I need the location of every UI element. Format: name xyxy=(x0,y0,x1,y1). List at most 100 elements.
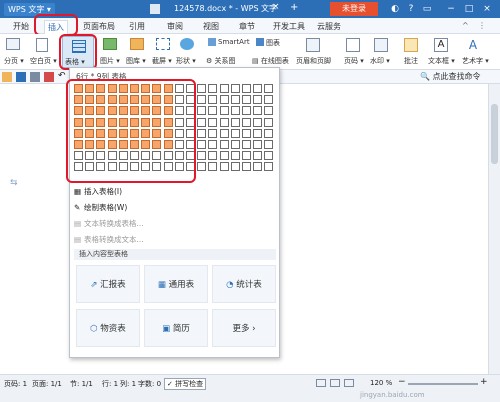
grid-cell[interactable] xyxy=(253,162,263,172)
shape-button[interactable]: 形状 ▾ xyxy=(176,56,196,66)
undo-icon[interactable]: ↶ xyxy=(58,71,66,81)
grid-cell[interactable] xyxy=(219,140,229,149)
grid-cell[interactable] xyxy=(197,117,207,127)
pdf-icon[interactable] xyxy=(44,72,54,82)
tab-references[interactable]: 引用 xyxy=(126,20,148,34)
grid-cell[interactable] xyxy=(253,84,263,93)
template-resume[interactable]: ▣ 简历 xyxy=(144,309,208,347)
grid-cell[interactable] xyxy=(219,117,229,127)
blank-page-button[interactable]: 空白页 ▾ xyxy=(30,56,57,66)
grid-cell[interactable] xyxy=(264,95,274,105)
grid-cell[interactable] xyxy=(242,128,251,138)
grid-cell[interactable] xyxy=(253,95,263,105)
grid-cell[interactable] xyxy=(242,140,251,149)
draw-table-item[interactable]: ✎ 绘制表格(W) xyxy=(74,201,274,214)
scroll-thumb[interactable] xyxy=(491,104,498,164)
skin-icon[interactable]: ◐ xyxy=(388,2,402,16)
page-break-button[interactable]: 分页 ▾ xyxy=(4,56,24,66)
grid-cell[interactable] xyxy=(264,128,274,138)
collapse-ribbon-icon[interactable]: ^ xyxy=(462,21,469,30)
grid-cell[interactable] xyxy=(197,128,207,138)
grid-cell[interactable] xyxy=(253,106,263,116)
maximize-icon[interactable]: □ xyxy=(462,2,476,16)
help-icon[interactable]: ? xyxy=(404,2,418,16)
tab-home[interactable]: 开始 xyxy=(10,20,32,34)
grid-cell[interactable] xyxy=(197,106,207,116)
grid-cell[interactable] xyxy=(208,106,218,116)
screenshot-button[interactable]: 截屏 ▾ xyxy=(152,56,172,66)
grid-cell[interactable] xyxy=(219,84,229,93)
view-read-icon[interactable] xyxy=(330,379,340,387)
spell-check-button[interactable]: ✓ 拼写检查 xyxy=(164,378,207,390)
grid-cell[interactable] xyxy=(264,162,274,172)
grid-cell[interactable] xyxy=(242,117,251,127)
grid-cell[interactable] xyxy=(242,95,251,105)
template-general[interactable]: ▦ 通用表 xyxy=(144,265,208,303)
header-footer-button[interactable]: 页眉和页脚 xyxy=(296,56,331,66)
grid-cell[interactable] xyxy=(197,151,207,161)
textbox-button[interactable]: 文本框 ▾ xyxy=(428,56,455,66)
close-tab-icon[interactable]: × xyxy=(272,2,280,12)
grid-cell[interactable] xyxy=(264,151,274,161)
page-number-button[interactable]: 页码 ▾ xyxy=(344,56,364,66)
chart-button[interactable]: 图表 xyxy=(266,38,280,48)
grid-cell[interactable] xyxy=(208,95,218,105)
picture-button[interactable]: 图片 ▾ xyxy=(100,56,120,66)
restore-icon[interactable]: ▭ xyxy=(420,2,434,16)
tab-chapter[interactable]: 章节 xyxy=(236,20,258,34)
relation-button[interactable]: ⚙ 关系图 xyxy=(206,56,236,66)
open-icon[interactable] xyxy=(2,72,12,82)
grid-cell[interactable] xyxy=(264,117,274,127)
template-supplies[interactable]: ⬡ 物资表 xyxy=(76,309,140,347)
template-more[interactable]: 更多 › xyxy=(212,309,276,347)
grid-cell[interactable] xyxy=(197,95,207,105)
text-to-table-item[interactable]: ▤ 文本转换成表格... xyxy=(74,217,274,230)
tab-developer[interactable]: 开发工具 xyxy=(270,20,308,34)
grid-cell[interactable] xyxy=(253,128,263,138)
grid-cell[interactable] xyxy=(242,106,251,116)
tab-review[interactable]: 审阅 xyxy=(164,20,186,34)
grid-cell[interactable] xyxy=(230,140,240,149)
tab-cloud[interactable]: 云服务 xyxy=(314,20,344,34)
grid-cell[interactable] xyxy=(230,106,240,116)
grid-cell[interactable] xyxy=(219,128,229,138)
grid-cell[interactable] xyxy=(253,140,263,149)
table-to-text-item[interactable]: ▤ 表格转换成文本... xyxy=(74,233,274,246)
tab-page-layout[interactable]: 页面布局 xyxy=(80,20,118,34)
grid-cell[interactable] xyxy=(253,117,263,127)
grid-cell[interactable] xyxy=(264,106,274,116)
zoom-out-icon[interactable]: − xyxy=(398,377,406,387)
grid-cell[interactable] xyxy=(219,95,229,105)
comment-button[interactable]: 批注 xyxy=(404,56,418,66)
view-page-icon[interactable] xyxy=(316,379,326,387)
close-icon[interactable]: × xyxy=(480,2,494,16)
grid-cell[interactable] xyxy=(219,106,229,116)
save-icon[interactable] xyxy=(16,72,26,82)
grid-cell[interactable] xyxy=(230,117,240,127)
search-command-box[interactable]: 🔍 点此查找命令 xyxy=(420,71,481,82)
grid-cell[interactable] xyxy=(208,84,218,93)
gallery-button[interactable]: 图库 ▾ xyxy=(126,56,146,66)
grid-cell[interactable] xyxy=(242,84,251,93)
zoom-slider[interactable] xyxy=(408,383,478,385)
grid-cell[interactable] xyxy=(208,117,218,127)
grid-cell[interactable] xyxy=(230,84,240,93)
grid-cell[interactable] xyxy=(230,162,240,172)
grid-cell[interactable] xyxy=(208,128,218,138)
vertical-scrollbar[interactable] xyxy=(488,84,500,374)
zoom-in-icon[interactable]: + xyxy=(480,377,488,387)
grid-cell[interactable] xyxy=(197,84,207,93)
wordart-button[interactable]: 艺术字 ▾ xyxy=(462,56,489,66)
watermark-button[interactable]: 水印 ▾ xyxy=(370,56,390,66)
template-report[interactable]: ⇗ 汇报表 xyxy=(76,265,140,303)
grid-cell[interactable] xyxy=(242,162,251,172)
grid-cell[interactable] xyxy=(219,151,229,161)
grid-cell[interactable] xyxy=(230,95,240,105)
smartart-button[interactable]: SmartArt xyxy=(218,38,250,46)
grid-cell[interactable] xyxy=(230,128,240,138)
login-button[interactable]: 未登录 xyxy=(330,2,378,16)
ribbon-menu-icon[interactable]: ⋮ xyxy=(478,21,486,30)
grid-cell[interactable] xyxy=(264,84,274,93)
grid-cell[interactable] xyxy=(197,140,207,149)
grid-cell[interactable] xyxy=(208,162,218,172)
